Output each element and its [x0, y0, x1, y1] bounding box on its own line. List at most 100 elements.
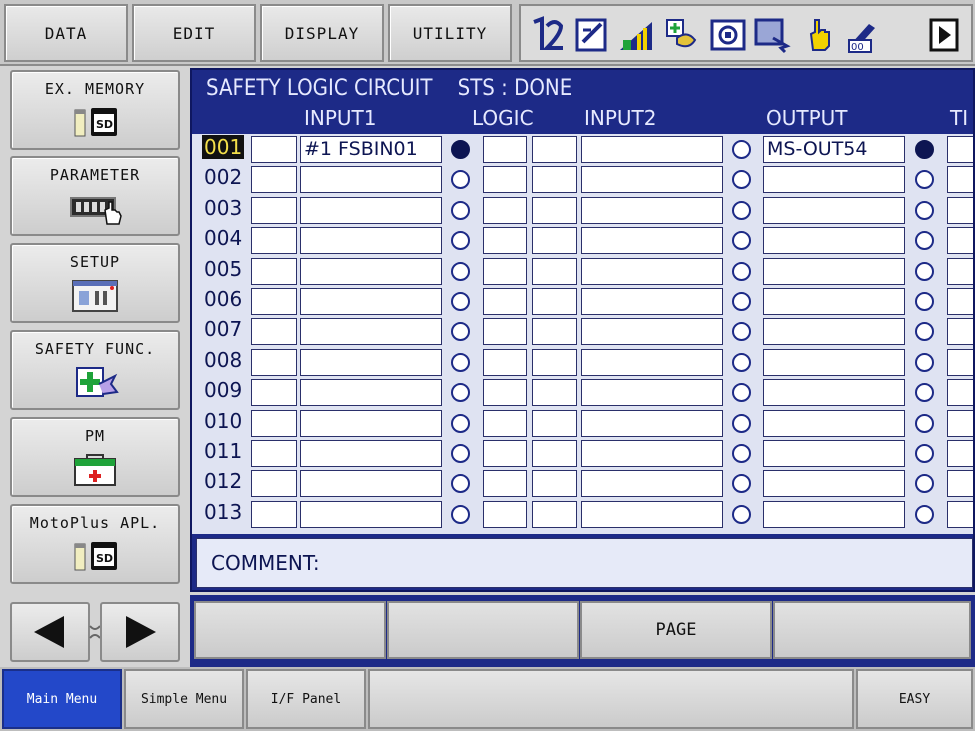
table-row[interactable]: 003	[192, 195, 973, 225]
tab-main-menu[interactable]: Main Menu	[2, 669, 122, 729]
timer-cell[interactable]	[947, 136, 973, 163]
input1-cell[interactable]	[300, 257, 442, 285]
logic-cell-a[interactable]	[483, 196, 527, 224]
logic-cell-b[interactable]	[532, 440, 577, 467]
setup-button[interactable]: SETUP	[10, 243, 180, 323]
input2-cell[interactable]	[581, 196, 723, 224]
table-row[interactable]: 009	[192, 377, 973, 407]
input2-cell[interactable]	[581, 318, 723, 346]
job-select-icon[interactable]	[529, 16, 567, 54]
input2-cell[interactable]	[581, 470, 723, 498]
timer-cell[interactable]	[947, 288, 973, 315]
input1-cell[interactable]	[300, 166, 442, 194]
output-cell[interactable]	[763, 348, 905, 376]
variable-icon[interactable]	[663, 16, 701, 54]
input2-cell[interactable]	[581, 288, 723, 315]
logic-cell-a[interactable]	[483, 166, 527, 194]
hand-icon[interactable]	[801, 16, 839, 54]
menu-edit-button[interactable]: EDIT	[132, 4, 256, 62]
input1-type-cell[interactable]	[251, 379, 297, 407]
page-button[interactable]: PAGE	[580, 601, 772, 659]
output-cell[interactable]	[763, 379, 905, 407]
input1-cell[interactable]	[300, 288, 442, 315]
tab-blank[interactable]	[368, 669, 854, 729]
tab-simple-menu[interactable]: Simple Menu	[124, 669, 244, 729]
safety-func-button[interactable]: SAFETY FUNC.	[10, 330, 180, 410]
input2-cell[interactable]	[581, 379, 723, 407]
logic-cell-b[interactable]	[532, 500, 577, 528]
play-icon[interactable]	[929, 16, 959, 54]
logic-cell-b[interactable]	[532, 348, 577, 376]
logic-cell-a[interactable]	[483, 257, 527, 285]
pm-button[interactable]: PM	[10, 417, 180, 497]
table-row[interactable]: 005	[192, 256, 973, 286]
table-row[interactable]: 004	[192, 225, 973, 255]
logic-cell-a[interactable]	[483, 470, 527, 498]
input1-type-cell[interactable]	[251, 440, 297, 467]
input1-type-cell[interactable]	[251, 409, 297, 437]
signal-bars-icon[interactable]	[617, 16, 655, 54]
input1-type-cell[interactable]	[251, 136, 297, 163]
logic-cell-b[interactable]	[532, 136, 577, 163]
output-cell[interactable]	[763, 470, 905, 498]
input1-cell[interactable]	[300, 440, 442, 467]
input2-cell[interactable]	[581, 409, 723, 437]
menu-prev-button[interactable]	[10, 602, 90, 662]
input2-cell[interactable]	[581, 227, 723, 255]
logic-cell-a[interactable]	[483, 227, 527, 255]
input1-cell[interactable]	[300, 318, 442, 346]
logic-cell-b[interactable]	[532, 409, 577, 437]
tab-easy[interactable]: EASY	[856, 669, 973, 729]
input2-cell[interactable]	[581, 500, 723, 528]
input2-cell[interactable]	[581, 440, 723, 467]
logic-cell-b[interactable]	[532, 257, 577, 285]
logic-cell-a[interactable]	[483, 136, 527, 163]
table-row[interactable]: 008	[192, 347, 973, 377]
timer-cell[interactable]	[947, 500, 973, 528]
input1-type-cell[interactable]	[251, 318, 297, 346]
output-cell[interactable]	[763, 166, 905, 194]
input1-cell[interactable]	[300, 196, 442, 224]
edit-icon[interactable]	[573, 16, 611, 54]
logic-cell-a[interactable]	[483, 318, 527, 346]
timer-cell[interactable]	[947, 470, 973, 498]
logic-cell-a[interactable]	[483, 440, 527, 467]
table-row[interactable]: 002	[192, 164, 973, 194]
table-row[interactable]: 007	[192, 316, 973, 346]
logic-cell-a[interactable]	[483, 500, 527, 528]
input2-cell[interactable]	[581, 257, 723, 285]
input1-cell[interactable]	[300, 470, 442, 498]
input1-type-cell[interactable]	[251, 257, 297, 285]
comment-field[interactable]: COMMENT:	[196, 538, 973, 588]
output-cell[interactable]	[763, 257, 905, 285]
multi-icon[interactable]: 00	[843, 16, 881, 54]
tab-if-panel[interactable]: I/F Panel	[246, 669, 366, 729]
input1-cell[interactable]	[300, 409, 442, 437]
input1-cell[interactable]	[300, 500, 442, 528]
fkey-1-button[interactable]	[194, 601, 386, 659]
timer-cell[interactable]	[947, 318, 973, 346]
menu-next-button[interactable]	[100, 602, 180, 662]
logic-cell-a[interactable]	[483, 348, 527, 376]
timer-cell[interactable]	[947, 348, 973, 376]
input2-cell[interactable]	[581, 348, 723, 376]
ex-memory-button[interactable]: EX. MEMORY SD	[10, 70, 180, 150]
logic-cell-b[interactable]	[532, 470, 577, 498]
table-row[interactable]: 001 #1 FSBIN01 MS-OUT54	[192, 134, 973, 164]
menu-utility-button[interactable]: UTILITY	[388, 4, 512, 62]
input1-type-cell[interactable]	[251, 470, 297, 498]
input1-type-cell[interactable]	[251, 166, 297, 194]
input1-type-cell[interactable]	[251, 227, 297, 255]
input1-cell[interactable]	[300, 227, 442, 255]
input2-cell[interactable]	[581, 166, 723, 194]
input1-type-cell[interactable]	[251, 348, 297, 376]
output-cell[interactable]	[763, 500, 905, 528]
input1-cell[interactable]	[300, 379, 442, 407]
output-cell[interactable]	[763, 318, 905, 346]
output-cell[interactable]	[763, 409, 905, 437]
logic-cell-b[interactable]	[532, 288, 577, 315]
timer-cell[interactable]	[947, 166, 973, 194]
fkey-4-button[interactable]	[773, 601, 971, 659]
table-row[interactable]: 013	[192, 499, 973, 529]
timer-cell[interactable]	[947, 196, 973, 224]
